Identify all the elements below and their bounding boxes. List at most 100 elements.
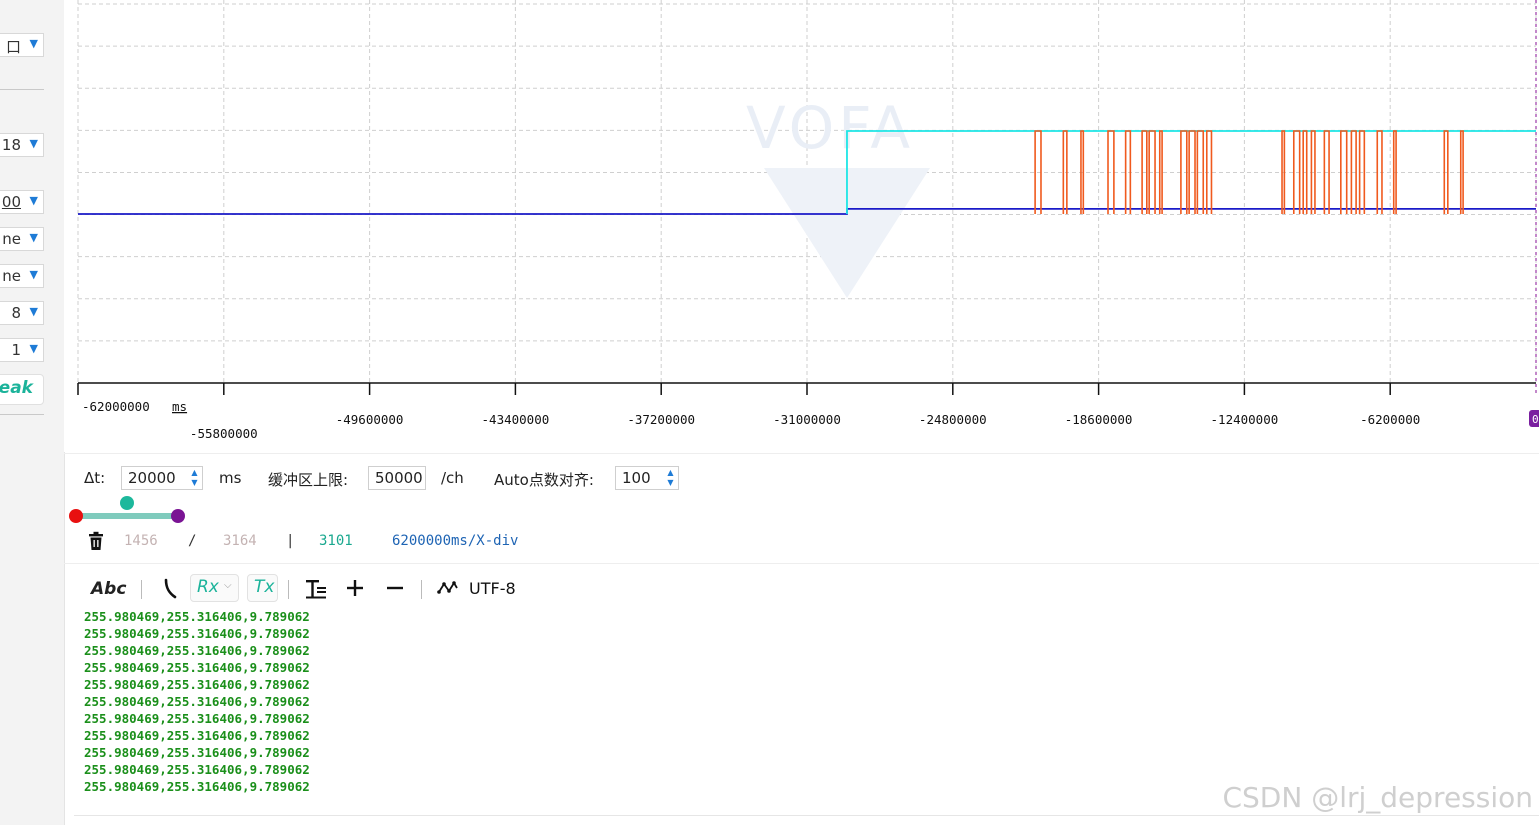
encoding-select[interactable]: UTF-8 [469,577,516,601]
port-select-value: 口 [5,38,21,56]
log-line: 255.980469,255.316406,9.789062 [84,779,310,794]
break-button[interactable]: reak [0,374,44,405]
series-pulse-orange [1124,130,1132,214]
buffer-input-value: 50000 [375,469,423,487]
chart-canvas: VOFA -62000000-55800000-49600000 -4340000… [77,0,1539,441]
chevron-down-icon: ⌵ [224,580,232,591]
range-slider-start-handle[interactable] [69,509,83,523]
x-axis-tick-label: -6200000 [1360,412,1420,427]
chevron-down-icon: ▼ [29,194,38,207]
range-slider-track[interactable] [76,513,178,519]
break-button-label: reak [0,378,33,398]
log-line: 255.980469,255.316406,9.789062 [84,660,310,675]
text-mode-button[interactable]: Abc [91,577,126,601]
dt-input-value: 20000 [128,469,176,487]
range-slider-end-handle[interactable] [171,509,185,523]
stop-bits-select[interactable]: 1 ▼ [0,338,44,362]
x-axis-tick-label: -12400000 [1211,412,1279,427]
log-line: 255.980469,255.316406,9.789062 [84,609,310,624]
status-slash: / [188,533,197,549]
series-pulse-orange [1205,130,1213,214]
x-axis-tick-label: -49600000 [336,412,404,427]
tx-toggle-label: Tx [254,577,275,597]
spinner-arrows-icon[interactable]: ▲ ▼ [666,468,675,488]
toolbar-separator [288,580,289,599]
chart-watermark: VOFA [746,94,914,162]
x-axis-tick-label: -31000000 [773,412,841,427]
sidebar-divider [0,414,44,415]
chevron-down-icon: ▼ [29,231,38,244]
x-axis-end-label: 0 [1532,413,1539,426]
plus-icon[interactable] [346,579,364,597]
series-pulse-orange [1158,130,1163,214]
frame-count-a: 1456 [124,533,158,549]
parity-select[interactable]: ne ▼ [0,264,44,288]
buffer-unit: /ch [441,469,464,487]
dt-label: Δt: [84,469,106,487]
x-axis-tick-label: -18600000 [1065,412,1133,427]
rx-toggle[interactable]: Rx ⌵ [190,574,239,602]
received-data-log[interactable]: 255.980469,255.316406,9.789062 255.980469… [84,608,310,795]
chevron-down-icon: ▼ [29,268,38,281]
auto-align-label: Auto点数对齐: [494,471,594,489]
x-axis-end-badge: 0 [1529,410,1539,427]
status-pipe: | [286,533,295,549]
trash-icon[interactable] [86,531,106,551]
dt-input[interactable]: 20000 ▲ ▼ [121,466,203,490]
data-bits-select[interactable]: 8 ▼ [0,301,44,325]
cursor-icon[interactable] [161,578,179,600]
log-line: 255.980469,255.316406,9.789062 [84,762,310,777]
text-format-icon[interactable] [305,578,327,600]
log-line: 255.980469,255.316406,9.789062 [84,694,310,709]
waveform-decode-icon[interactable] [437,580,459,596]
chevron-down-icon: ▼ [29,37,38,50]
waveform-chart[interactable]: VOFA -62000000 -55800000 -49600000 -4340000… [64,0,1539,452]
baudrate-select-value: 18 [1,136,21,154]
data-bits-select-value: 8 [11,304,21,322]
port-select[interactable]: 口 ▼ [0,33,44,57]
auto-align-input[interactable]: 100 ▲ ▼ [615,466,679,490]
rate-select[interactable]: 00 ▼ [0,190,44,214]
chevron-down-icon: ▼ [29,305,38,318]
csdn-watermark: CSDN @lrj_depression [1222,781,1533,814]
log-line: 255.980469,255.316406,9.789062 [84,728,310,743]
x-axis-tick-label: -37200000 [627,412,695,427]
toolbar-separator [421,580,422,599]
tx-toggle[interactable]: Tx [247,574,278,602]
sidebar-divider [0,89,44,90]
x-axis: -62000000-55800000-49600000 -43400000 -372… [77,382,1536,441]
x-axis-tick-label: -24800000 [919,412,987,427]
minus-icon[interactable] [386,579,404,597]
settings-sidebar: 口 ▼ 18 ▼ 00 ▼ ne ▼ ne ▼ 8 ▼ 1 ▼ reak [0,0,65,825]
series-pulse-orange [1376,130,1383,214]
chevron-down-icon: ▼ [29,342,38,355]
flow-control-select[interactable]: ne ▼ [0,227,44,251]
x-axis-tick-label: -55800000 [190,426,258,441]
spinner-arrows-icon[interactable]: ▲ ▼ [190,468,199,488]
frame-count-b: 3164 [223,533,257,549]
baudrate-select[interactable]: 18 ▼ [0,133,44,157]
toolbar-separator [141,580,142,599]
chart-bottom-divider [64,453,1539,454]
auto-align-input-value: 100 [622,469,651,487]
x-axis-unit: ms [172,399,187,414]
flow-control-select-value: ne [2,230,21,248]
x-axis-tick-label: -62000000 [82,399,150,414]
log-line: 255.980469,255.316406,9.789062 [84,643,310,658]
rx-toggle-label: Rx [197,577,219,597]
rate-select-value: 00 [1,193,21,211]
log-line: 255.980469,255.316406,9.789062 [84,711,310,726]
x-axis-tick-label: -43400000 [482,412,550,427]
log-line: 255.980469,255.316406,9.789062 [84,626,310,641]
range-slider-mid-handle[interactable] [120,496,134,510]
frame-count-c: 3101 [319,533,353,549]
series-pulse-orange [1459,130,1464,214]
buffer-input[interactable]: 50000 [368,466,426,490]
log-line: 255.980469,255.316406,9.789062 [84,745,310,760]
buffer-label: 缓冲区上限: [268,471,349,489]
stop-bits-select-value: 1 [11,341,21,359]
dt-unit: ms [219,469,242,487]
parity-select-value: ne [2,267,21,285]
x-div-scale: 6200000ms/X-div [392,533,519,549]
chevron-down-icon: ▼ [29,137,38,150]
